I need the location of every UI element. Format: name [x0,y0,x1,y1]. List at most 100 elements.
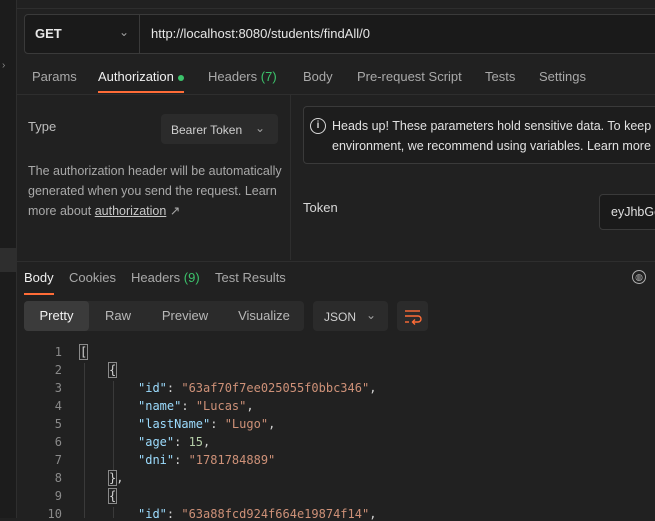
response-tabs: Body Cookies Headers (9) Test Results ◍ [16,261,655,295]
indent-guide [113,507,114,518]
language-value: JSON [324,310,357,324]
url-input[interactable]: http://localhost:8080/students/findAll/0 [151,26,370,41]
tab-test-results[interactable]: Test Results [215,270,286,285]
tab-headers[interactable]: Headers (7) [208,69,277,84]
line-number: 6 [54,435,62,449]
chevron-down-icon: ⌄ [255,121,266,135]
authorization-link[interactable]: authorization [95,204,167,218]
code-token: : [166,507,182,521]
code-token: "name" [138,399,182,413]
code-token: "1781784889" [188,453,276,467]
method-select[interactable]: GET ⌄ [25,15,140,53]
line-number: 9 [54,489,62,503]
code-token: "Lugo" [224,417,269,431]
chevron-down-icon: ⌄ [366,308,377,322]
code-line: "name": "Lucas", [138,399,254,413]
code-token: , [246,399,254,413]
tab-cookies[interactable]: Cookies [69,270,116,285]
format-pretty[interactable]: Pretty [24,301,89,331]
request-tabs: Params Authorization Headers (7) Body Pr… [16,60,655,95]
code-token: "63af70f7ee025055f0bbc346" [181,381,370,395]
tab-authorization[interactable]: Authorization [98,69,184,93]
sidebar-strip: › [0,0,17,518]
tab-tests[interactable]: Tests [485,69,515,84]
code-line: [ [78,344,89,360]
code-line: "id": "63a88fcd924f664e19874f14", [138,507,376,521]
code-token: { [107,362,118,378]
tab-headers-label: Headers [208,69,258,84]
line-number: 8 [54,471,62,485]
line-number: 4 [54,399,62,413]
info-icon: i [310,118,326,134]
code-token: : [210,417,225,431]
line-number: 2 [54,363,62,377]
code-token: , [369,381,377,395]
code-line: "id": "63af70f7ee025055f0bbc346", [138,381,376,395]
auth-description: The authorization header will be automat… [28,161,284,221]
code-token: , [369,507,377,521]
code-token: "Lucas" [195,399,247,413]
tab-response-headers-label: Headers [131,270,181,285]
sensitive-data-alert: i Heads up! These parameters hold sensit… [303,106,655,164]
wrap-lines-button[interactable] [397,301,428,331]
code-token: "id" [138,507,167,521]
code-token: : [174,435,189,449]
code-token: "age" [138,435,175,449]
alert-line-1: Heads up! These parameters hold sensitiv… [332,119,652,133]
token-label: Token [303,200,338,215]
response-body-viewer[interactable]: 1 [2 {3 "id": "63af70f7ee025055f0bbc346", 4 "… [16,343,655,521]
tab-authorization-label: Authorization [98,69,174,84]
globe-icon[interactable]: ◍ [632,270,646,284]
line-number: 3 [54,381,62,395]
tab-response-headers[interactable]: Headers (9) [131,270,200,285]
language-select[interactable]: JSON ⌄ [313,301,388,331]
wrap-lines-icon [405,310,422,325]
chevron-right-icon[interactable]: › [2,60,5,71]
code-token: , [203,435,211,449]
code-line: "dni": "1781784889" [138,453,275,467]
headers-count: (7) [260,69,277,84]
alert-line-2: environment, we recommend using variable… [332,139,651,153]
line-number: 5 [54,417,62,431]
format-raw[interactable]: Raw [92,301,144,331]
code-token: "id" [138,381,167,395]
tab-response-body[interactable]: Body [24,270,54,295]
alert-text: Heads up! These parameters hold sensitiv… [332,116,651,156]
format-preview[interactable]: Preview [150,301,220,331]
type-label: Type [28,119,57,134]
line-number: 1 [54,345,62,359]
token-input[interactable]: eyJhbGc [599,194,655,230]
code-token: { [107,488,118,504]
tab-settings[interactable]: Settings [539,69,586,84]
code-token: "dni" [138,453,175,467]
tab-pre-request-script[interactable]: Pre-request Script [357,69,462,84]
url-bar: GET ⌄ http://localhost:8080/students/fin… [24,14,655,54]
sidebar-selected-item[interactable] [0,248,16,272]
external-link-icon: ↗ [169,204,181,218]
active-dot-icon [177,74,184,81]
code-line: }, [107,470,123,486]
auth-type-value: Bearer Token [171,123,243,137]
code-token: [ [78,344,89,360]
chevron-down-icon: ⌄ [119,25,130,39]
code-token: , [268,417,276,431]
token-value: eyJhbGc [611,205,655,219]
indent-guide [84,363,85,518]
format-visualize[interactable]: Visualize [226,301,302,331]
code-token: : [174,453,189,467]
tab-body[interactable]: Body [303,69,333,84]
code-line: { [107,362,118,378]
line-number: 7 [54,453,62,467]
method-label: GET [35,26,62,41]
code-token: : [181,399,196,413]
code-token: "63a88fcd924f664e19874f14" [181,507,370,521]
top-tab-strip [16,0,655,9]
line-number: 10 [47,507,62,521]
response-headers-count: (9) [183,270,200,285]
auth-type-select[interactable]: Bearer Token ⌄ [161,114,278,144]
code-token: 15 [188,435,204,449]
tab-params[interactable]: Params [32,69,77,84]
code-line: { [107,488,118,504]
indent-guide [113,381,114,471]
code-token: "lastName" [138,417,211,431]
